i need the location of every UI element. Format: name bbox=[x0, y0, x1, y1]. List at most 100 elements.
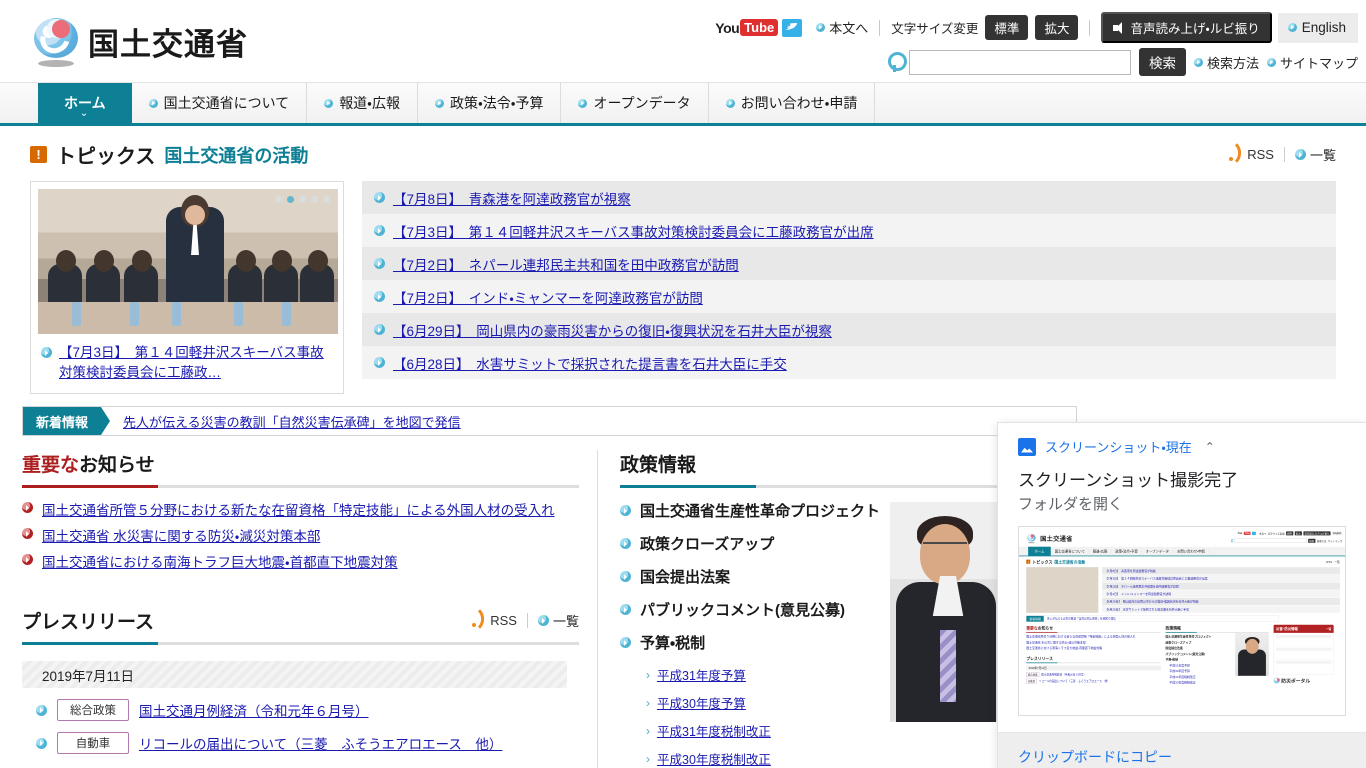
policy-sub-link[interactable]: 平成31年度予算 bbox=[657, 665, 746, 684]
policy-list-item[interactable]: 国土交通省生産性革命プロジェクト bbox=[620, 500, 880, 521]
policy-sub-link[interactable]: 平成30年度税制改正 bbox=[657, 749, 771, 768]
topics-list-all-link[interactable]: 一覧 bbox=[1294, 145, 1336, 164]
press-list-item[interactable]: 自動車 リコールの届出について（三菱 ふそうエアロエース 他） bbox=[22, 732, 579, 754]
carousel-dot[interactable] bbox=[299, 196, 306, 203]
thumbnail-sitemap: サイトマップ bbox=[1327, 539, 1343, 543]
policy-sub-link[interactable]: 平成31年度税制改正 bbox=[657, 721, 771, 740]
policy-sub-link[interactable]: 平成30年度予算 bbox=[657, 693, 746, 712]
sitemap-link[interactable]: サイトマップ bbox=[1266, 53, 1358, 72]
important-list-item[interactable]: 国土交通省所管５分野における新たな在留資格「特定技能」による外国人材の受入れ bbox=[22, 499, 579, 519]
news-strip: 新着情報 先人が伝える災害の教訓「自然災害伝承碑」を地図で発信 bbox=[22, 406, 1077, 436]
topics-list-item[interactable]: 【7月8日】 青森港を阿達政務官が視察 bbox=[362, 181, 1336, 214]
policy-list-item[interactable]: パブリックコメント(意見公募) bbox=[620, 599, 880, 620]
thumbnail-bousai-label: 防災ポータル bbox=[1281, 678, 1311, 684]
font-size-large-button[interactable]: 拡大 bbox=[1035, 15, 1079, 40]
mlit-logo-icon bbox=[1027, 533, 1036, 544]
policy-sub-item[interactable]: › 平成31年度税制改正 bbox=[646, 721, 880, 740]
carousel-dot[interactable] bbox=[275, 196, 282, 203]
nav-item-about-label: 国土交通省について bbox=[163, 95, 290, 111]
font-size-standard-button[interactable]: 標準 bbox=[985, 15, 1029, 40]
search-method-link[interactable]: 検索方法 bbox=[1193, 53, 1259, 72]
important-list-item[interactable]: 国土交通省における南海トラフ巨大地震・首都直下地震対策 bbox=[22, 551, 579, 571]
topics-feature-link[interactable]: 【7月3日】 第１４回軽井沢スキーバス事故対策検討委員会に工藤政… bbox=[59, 343, 333, 383]
thumbnail-press-tag: 総合政策 bbox=[1026, 672, 1040, 677]
important-item-link[interactable]: 国土交通省における南海トラフ巨大地震・首都直下地震対策 bbox=[42, 551, 398, 571]
topics-item-link[interactable]: 【6月28日】 水害サミットで採択された提言書を石井大臣に手交 bbox=[393, 353, 787, 373]
policy-list-item[interactable]: 政策クローズアップ bbox=[620, 533, 880, 554]
chevron-down-icon: ⌄ bbox=[79, 108, 89, 119]
minister-photo[interactable] bbox=[890, 502, 1001, 722]
screenshot-notification: スクリーンショット・現在 ⌃ スクリーンショット撮影完了 フォルダを開く 国土交… bbox=[998, 423, 1366, 768]
youtube-tube-label: Tube bbox=[740, 19, 779, 36]
press-rss-link[interactable]: RSS bbox=[472, 613, 517, 628]
speech-reader-button[interactable]: 音声読み上げ・ルビ振り bbox=[1101, 12, 1272, 43]
important-list-item[interactable]: 国土交通省 水災害に関する防災・減災対策本部 bbox=[22, 525, 579, 545]
topics-list-item[interactable]: 【7月2日】 ネパール連邦民主共和国を田中政務官が訪問 bbox=[362, 247, 1336, 280]
chevron-up-icon[interactable]: ⌃ bbox=[1205, 440, 1215, 454]
site-logo[interactable]: 国土交通省 bbox=[34, 16, 248, 67]
thumbnail-nav-opendata: オープンデータ bbox=[1142, 548, 1174, 554]
thumbnail-nav-contact: お問い合わせ・申請 bbox=[1173, 548, 1210, 554]
press-item-link[interactable]: リコールの届出について（三菱 ふそうエアロエース 他） bbox=[139, 733, 502, 753]
topics-list-item[interactable]: 【6月28日】 水害サミットで採択された提言書を石井大臣に手交 bbox=[362, 346, 1336, 379]
important-item-link[interactable]: 国土交通省 水災害に関する防災・減災対策本部 bbox=[42, 525, 320, 545]
skip-to-content-link[interactable]: 本文へ bbox=[816, 18, 868, 37]
thumbnail-fontsize-label: 文字サイズ変更 bbox=[1267, 532, 1285, 536]
search-button[interactable]: 検索 bbox=[1138, 48, 1186, 76]
thumbnail-exclamation-icon: ! bbox=[1026, 559, 1031, 564]
topics-item-link[interactable]: 【7月2日】 ネパール連邦民主共和国を田中政務官が訪問 bbox=[393, 254, 739, 274]
topics-list-item[interactable]: 【7月3日】 第１４回軽井沢スキーバス事故対策検討委員会に工藤政務官が出席 bbox=[362, 214, 1336, 247]
exclamation-icon: ! bbox=[30, 146, 47, 163]
site-title: 国土交通省 bbox=[88, 26, 248, 63]
topics-rss-link[interactable]: RSS bbox=[1229, 147, 1274, 162]
youtube-link[interactable]: You Tube bbox=[715, 19, 779, 36]
policy-sub-item[interactable]: › 平成30年度予算 bbox=[646, 693, 880, 712]
topics-feature-caption: 【7月3日】 第１４回軽井沢スキーバス事故対策検討委員会に工藤政… bbox=[38, 343, 336, 383]
notification-open-folder-link[interactable]: フォルダを開く bbox=[998, 491, 1366, 526]
arrow-circle-icon bbox=[41, 347, 52, 358]
thumbnail-mini-page: 国土交通省 You Tube 本文へ 文字サイズ変更 標準 拡大 音声読み上げ・… bbox=[1019, 527, 1345, 715]
arrow-circle-icon bbox=[22, 554, 33, 565]
press-list-item[interactable]: 総合政策 国土交通月例経済（令和元年６月号） bbox=[22, 699, 579, 721]
nav-item-policy[interactable]: 政策・法令・予算 bbox=[418, 83, 562, 123]
policy-sub-item[interactable]: › 平成30年度税制改正 bbox=[646, 749, 880, 768]
nav-item-contact[interactable]: お問い合わせ・申請 bbox=[709, 83, 876, 123]
news-strip-link[interactable]: 先人が伝える災害の教訓「自然災害伝承碑」を地図で発信 bbox=[123, 412, 461, 431]
carousel-dots[interactable] bbox=[275, 196, 330, 203]
nav-item-press[interactable]: 報道・広報 bbox=[307, 83, 418, 123]
thumbnail-disaster-title: 災害･防災情報 bbox=[1276, 626, 1298, 631]
topics-item-link[interactable]: 【7月8日】 青森港を阿達政務官が視察 bbox=[393, 188, 631, 208]
press-list-all-link[interactable]: 一覧 bbox=[537, 611, 579, 630]
thumbnail-topics-item: 【6月29日】 岡山県内の豪雨災害からの復旧・復興状況を石井大臣が視察 bbox=[1102, 597, 1340, 606]
nav-item-home[interactable]: ホーム ⌄ bbox=[38, 83, 132, 123]
topics-item-link[interactable]: 【7月3日】 第１４回軽井沢スキーバス事故対策検討委員会に工藤政務官が出席 bbox=[393, 221, 874, 241]
topics-list-item[interactable]: 【6月29日】 岡山県内の豪雨災害からの復旧・復興状況を石井大臣が視察 bbox=[362, 313, 1336, 346]
arrow-circle-icon bbox=[1294, 149, 1306, 160]
policy-list-item[interactable]: 予算・税制 bbox=[620, 632, 880, 653]
thumbnail-english: English bbox=[1332, 531, 1343, 536]
carousel-dot[interactable] bbox=[311, 196, 318, 203]
thumbnail-policy-item: パブリックコメント(意見公募) bbox=[1165, 652, 1205, 656]
font-size-label: 文字サイズ変更 bbox=[891, 22, 979, 36]
english-link[interactable]: English bbox=[1277, 12, 1358, 43]
nav-item-about[interactable]: 国土交通省について bbox=[132, 83, 308, 123]
arrow-circle-icon bbox=[1266, 57, 1276, 67]
policy-sub-item[interactable]: › 平成31年度予算 bbox=[646, 665, 880, 684]
carousel-dot-active[interactable] bbox=[287, 196, 294, 203]
search-input[interactable] bbox=[908, 49, 1131, 75]
topics-item-link[interactable]: 【7月2日】 インド・ミャンマーを阿達政務官が訪問 bbox=[393, 287, 703, 307]
thumbnail-important-em: 重要な bbox=[1026, 626, 1038, 631]
press-item-link[interactable]: 国土交通月例経済（令和元年６月号） bbox=[139, 700, 369, 720]
press-title: プレスリリース bbox=[22, 612, 155, 633]
copy-to-clipboard-button[interactable]: クリップボードにコピー bbox=[1018, 749, 1172, 765]
nav-item-opendata[interactable]: オープンデータ bbox=[561, 83, 709, 123]
topics-list-item[interactable]: 【7月2日】 インド・ミャンマーを阿達政務官が訪問 bbox=[362, 280, 1336, 313]
topics-item-link[interactable]: 【6月29日】 岡山県内の豪雨災害からの復旧・復興状況を石井大臣が視察 bbox=[393, 320, 832, 340]
twitter-icon[interactable] bbox=[782, 18, 803, 37]
thumbnail-policy-item: 予算・税制 bbox=[1165, 657, 1179, 662]
topics-feature-card[interactable]: 【7月3日】 第１４回軽井沢スキーバス事故対策検討委員会に工藤政… bbox=[30, 181, 344, 394]
notification-thumbnail[interactable]: 国土交通省 You Tube 本文へ 文字サイズ変更 標準 拡大 音声読み上げ・… bbox=[1018, 526, 1346, 716]
policy-list-item[interactable]: 国会提出法案 bbox=[620, 566, 880, 587]
important-item-link[interactable]: 国土交通省所管５分野における新たな在留資格「特定技能」による外国人材の受入れ bbox=[42, 499, 555, 519]
carousel-dot[interactable] bbox=[323, 196, 330, 203]
